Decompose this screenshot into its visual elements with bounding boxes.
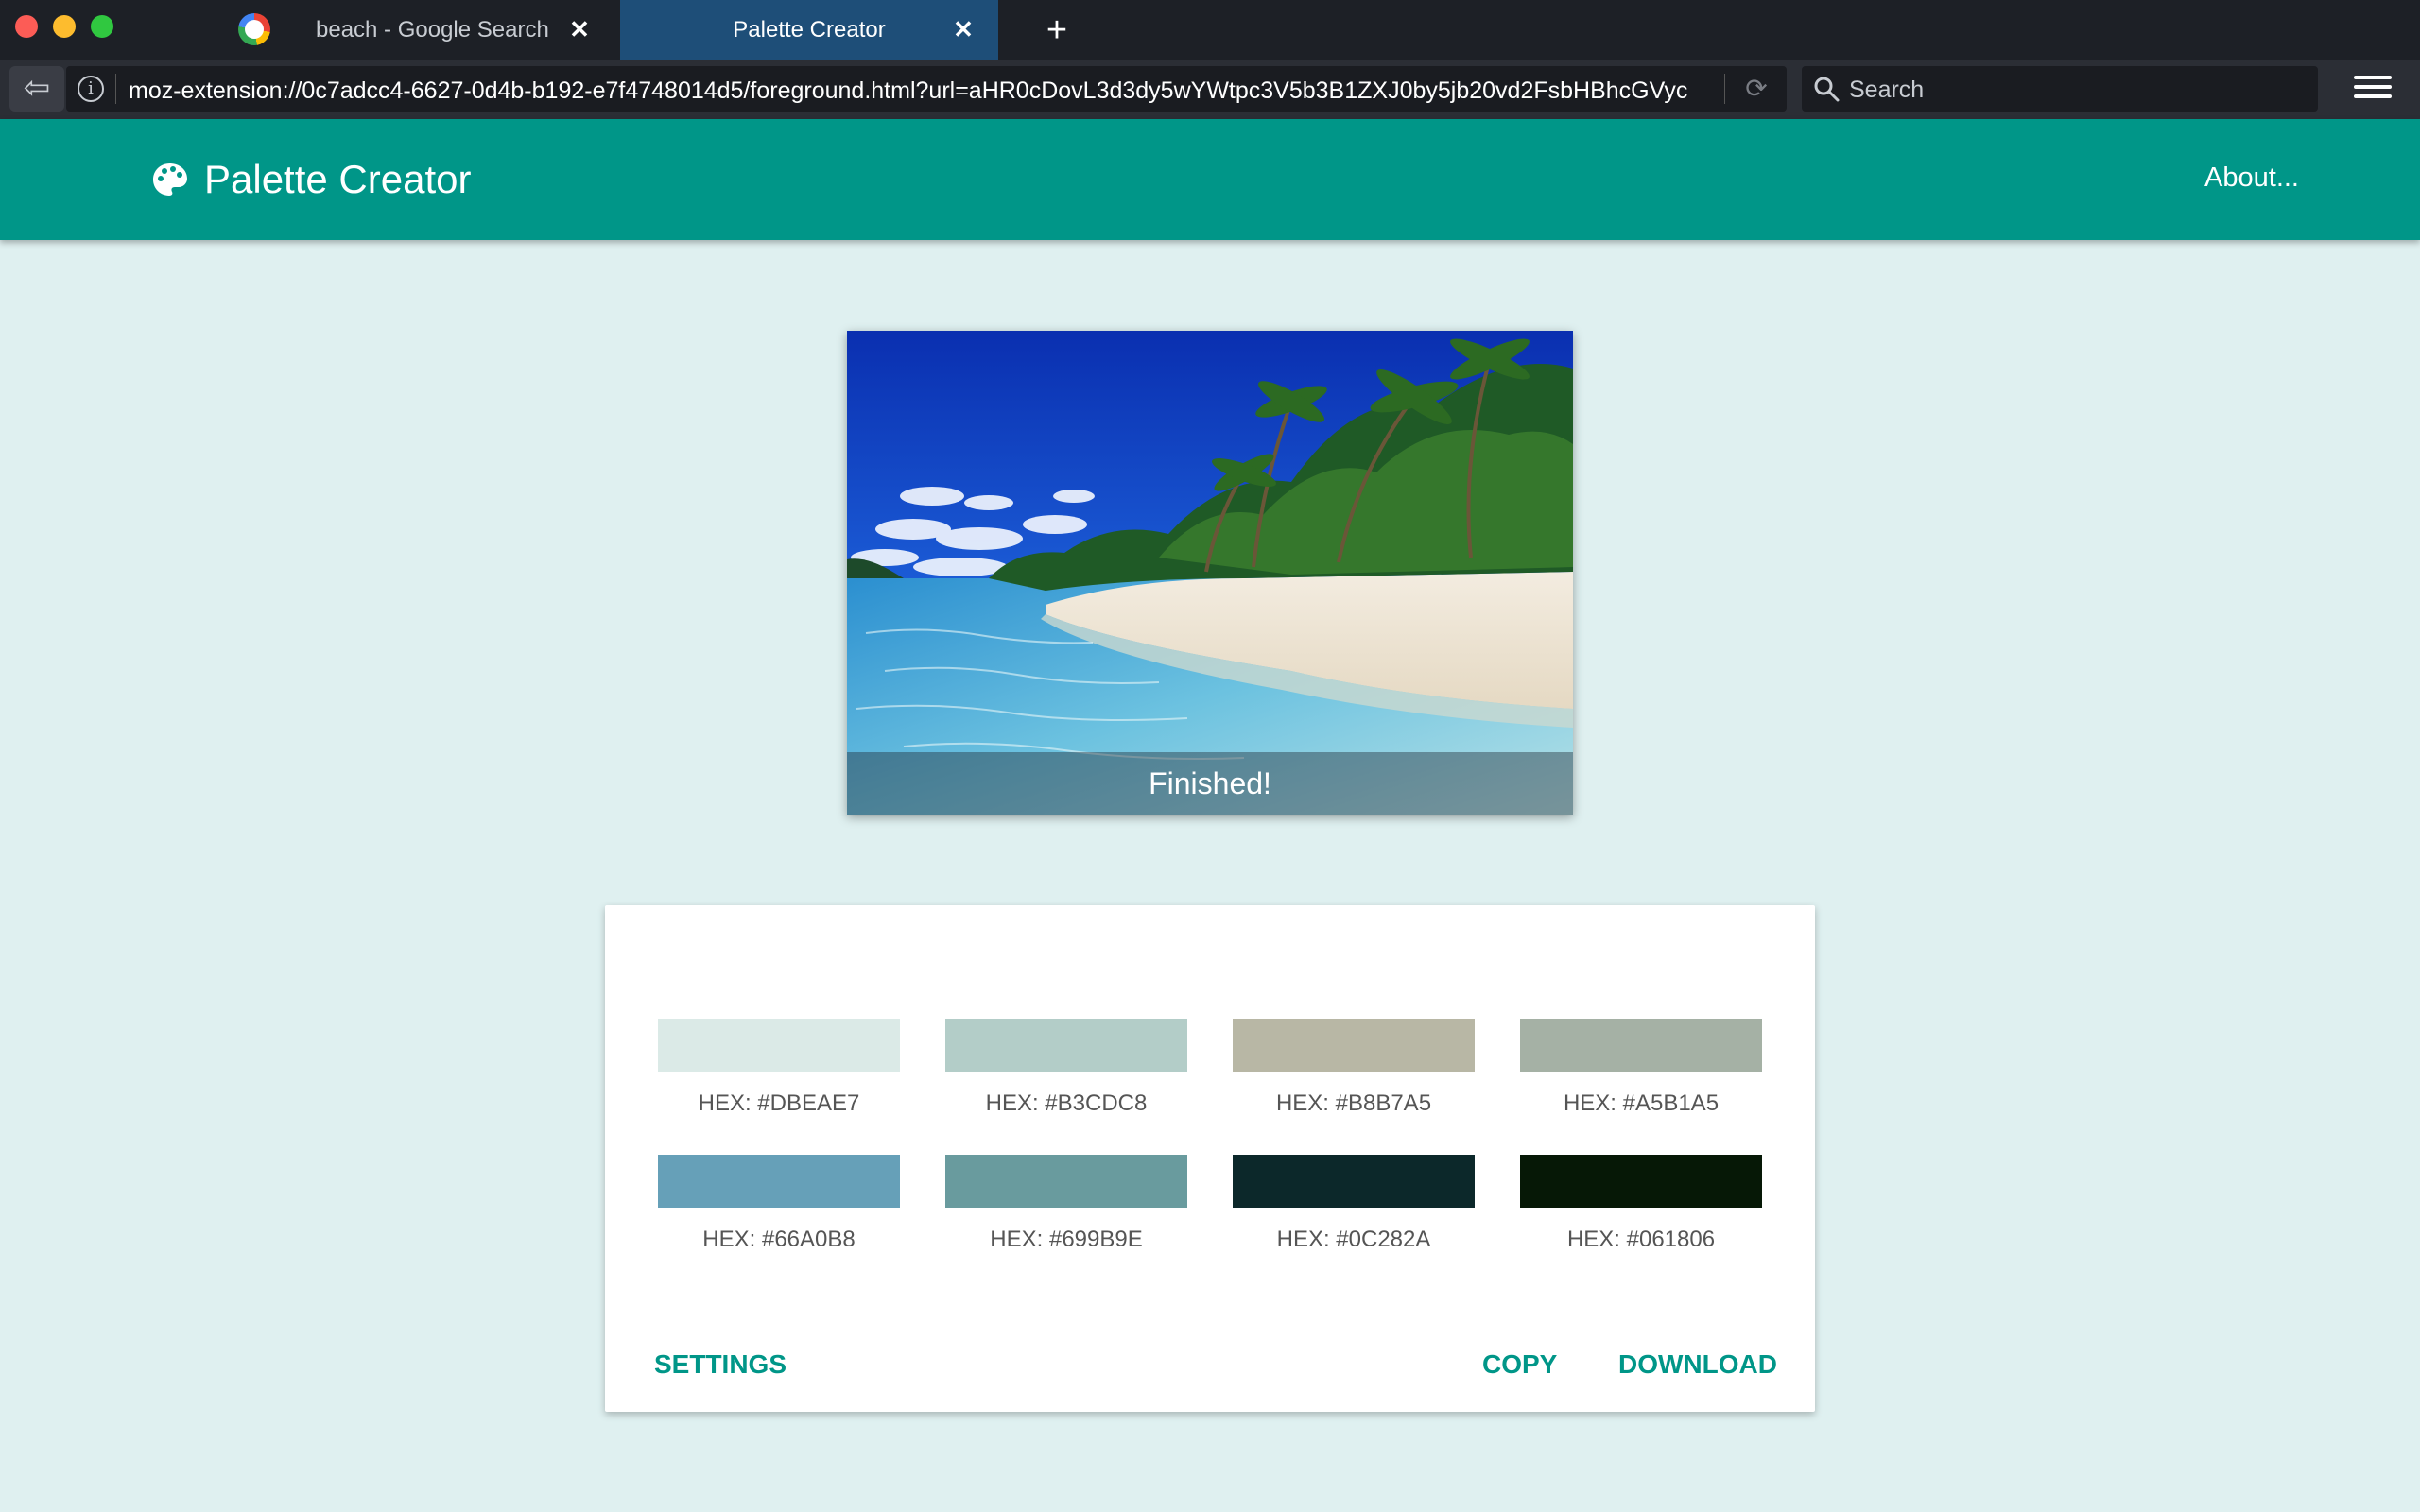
browser-titlebar: beach - Google Search ✕ Palette Creator …	[0, 0, 2420, 60]
tab-palette-creator[interactable]: Palette Creator ✕	[620, 0, 998, 60]
palette-icon	[153, 163, 187, 196]
search-input[interactable]	[1847, 66, 2305, 113]
info-icon[interactable]: i	[78, 76, 104, 102]
copy-button[interactable]: COPY	[1482, 1349, 1557, 1380]
address-bar[interactable]: i moz-extension://0c7adcc4-6627-0d4b-b19…	[66, 66, 1787, 112]
zoom-window-button[interactable]	[91, 15, 113, 38]
swatch-hex-label: HEX: #B3CDC8	[985, 1091, 1148, 1116]
color-swatch[interactable]	[945, 1155, 1187, 1208]
swatch-item: HEX: #061806	[1520, 1155, 1762, 1253]
app-title: Palette Creator	[204, 157, 472, 201]
swatch-item: HEX: #66A0B8	[658, 1155, 900, 1253]
swatch-item: HEX: #0C282A	[1233, 1155, 1475, 1253]
color-swatch[interactable]	[1233, 1019, 1475, 1072]
swatch-hex-label: HEX: #061806	[1566, 1227, 1716, 1252]
beach-image	[847, 331, 1573, 815]
close-window-button[interactable]	[15, 15, 38, 38]
divider	[1724, 74, 1725, 104]
swatch-hex-label: HEX: #B8B7A5	[1275, 1091, 1432, 1116]
status-text: Finished!	[847, 752, 1573, 815]
divider	[115, 74, 116, 104]
browser-navbar: ⇦ i moz-extension://0c7adcc4-6627-0d4b-b…	[0, 60, 2420, 119]
swatch-grid: HEX: #DBEAE7 HEX: #B3CDC8 HEX: #B8B7A5 H…	[658, 1019, 1764, 1253]
color-swatch[interactable]	[1233, 1155, 1475, 1208]
download-button[interactable]: DOWNLOAD	[1618, 1349, 1777, 1380]
app-header: Palette Creator About...	[0, 119, 2420, 240]
new-tab-button[interactable]: +	[1036, 9, 1078, 51]
search-bar[interactable]	[1802, 66, 2318, 113]
image-card: Finished!	[847, 331, 1573, 815]
about-link[interactable]: About...	[2204, 163, 2299, 194]
swatch-hex-label: HEX: #66A0B8	[702, 1227, 856, 1252]
tab-title: beach - Google Search	[316, 17, 549, 43]
swatch-hex-label: HEX: #699B9E	[990, 1227, 1143, 1252]
tab-title: Palette Creator	[733, 17, 886, 43]
close-icon[interactable]: ✕	[563, 13, 596, 45]
palette-card: HEX: #DBEAE7 HEX: #B3CDC8 HEX: #B8B7A5 H…	[605, 905, 1815, 1412]
swatch-hex-label: HEX: #0C282A	[1276, 1227, 1431, 1252]
swatch-item: HEX: #B3CDC8	[945, 1019, 1187, 1117]
swatch-item: HEX: #DBEAE7	[658, 1019, 900, 1117]
minimize-window-button[interactable]	[53, 15, 76, 38]
tab-beach-search[interactable]: beach - Google Search ✕	[227, 0, 605, 60]
swatch-item: HEX: #B8B7A5	[1233, 1019, 1475, 1117]
settings-button[interactable]: SETTINGS	[654, 1349, 786, 1380]
swatch-hex-label: HEX: #A5B1A5	[1563, 1091, 1720, 1116]
color-swatch[interactable]	[945, 1019, 1187, 1072]
swatch-hex-label: HEX: #DBEAE7	[698, 1091, 860, 1116]
swatch-item: HEX: #699B9E	[945, 1155, 1187, 1253]
hamburger-menu-icon[interactable]	[2348, 70, 2397, 110]
color-swatch[interactable]	[658, 1019, 900, 1072]
color-swatch[interactable]	[658, 1155, 900, 1208]
search-icon	[1814, 77, 1840, 102]
reload-icon[interactable]: ⟳	[1737, 72, 1775, 106]
back-button[interactable]: ⇦	[9, 66, 64, 112]
color-swatch[interactable]	[1520, 1155, 1762, 1208]
swatch-item: HEX: #A5B1A5	[1520, 1019, 1762, 1117]
color-swatch[interactable]	[1520, 1019, 1762, 1072]
url-text[interactable]: moz-extension://0c7adcc4-6627-0d4b-b192-…	[129, 77, 1736, 104]
close-icon[interactable]: ✕	[947, 13, 979, 45]
google-icon	[238, 13, 270, 45]
